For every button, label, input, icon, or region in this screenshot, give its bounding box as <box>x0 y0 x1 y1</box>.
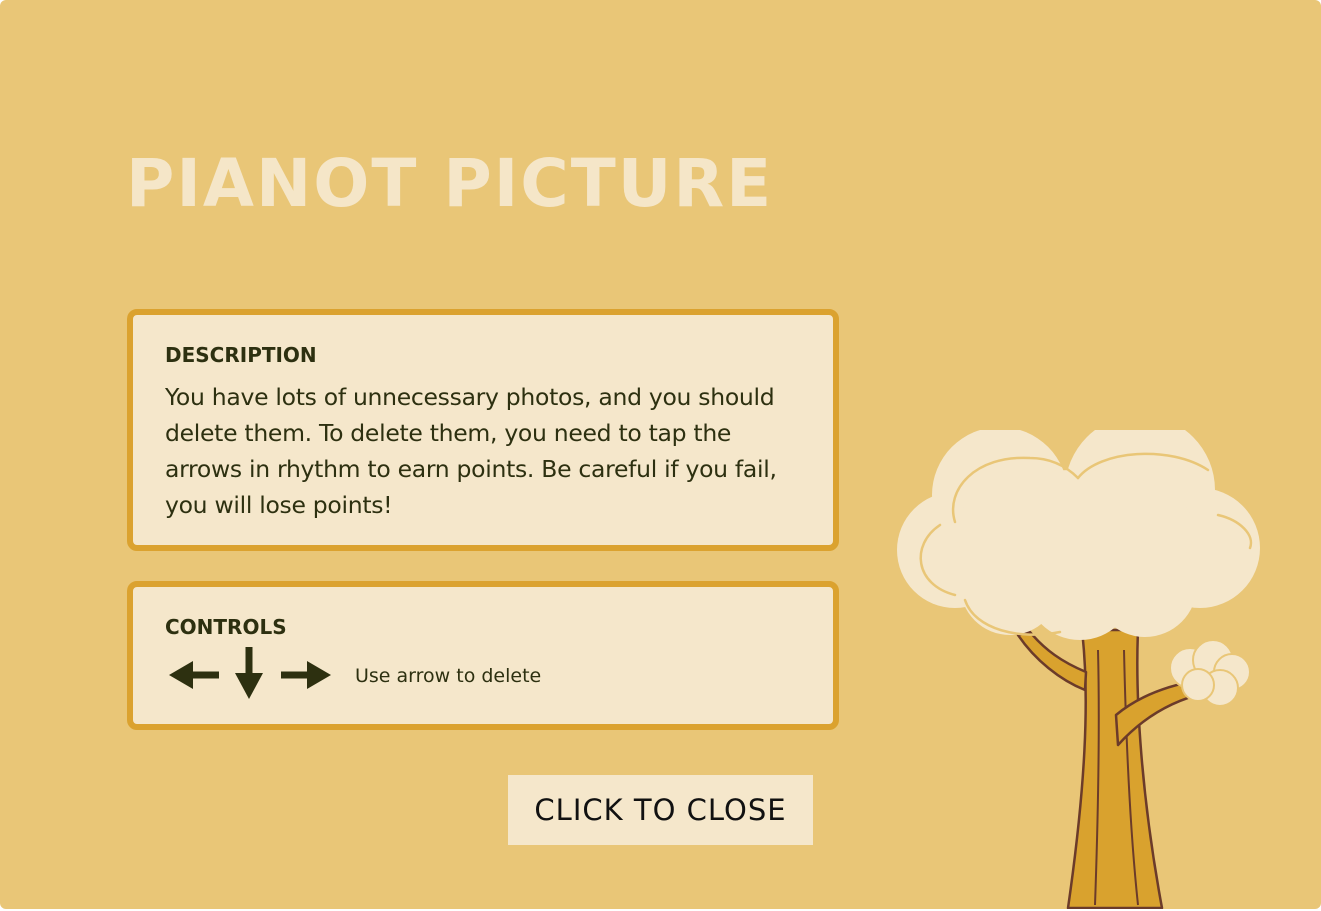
arrow-keys-icons <box>169 647 331 699</box>
description-text: You have lots of unnecessary photos, and… <box>165 383 777 519</box>
controls-panel: CONTROLS Use arrow to delete <box>127 581 839 730</box>
arrow-left-icon <box>169 661 219 689</box>
game-title: PIANOT PICTURE <box>126 145 774 222</box>
close-button[interactable]: CLICK TO CLOSE <box>508 775 813 845</box>
arrow-down-icon <box>235 647 263 699</box>
arrow-right-icon <box>281 661 331 689</box>
tree-illustration <box>897 430 1260 909</box>
description-heading: DESCRIPTION <box>165 343 317 367</box>
description-panel: DESCRIPTION You have lots of unnecessary… <box>127 309 839 551</box>
controls-heading: CONTROLS <box>165 615 287 639</box>
game-info-screen: PIANOT PICTURE DESCRIPTION You have lots… <box>0 0 1321 909</box>
controls-hint: Use arrow to delete <box>355 665 542 687</box>
